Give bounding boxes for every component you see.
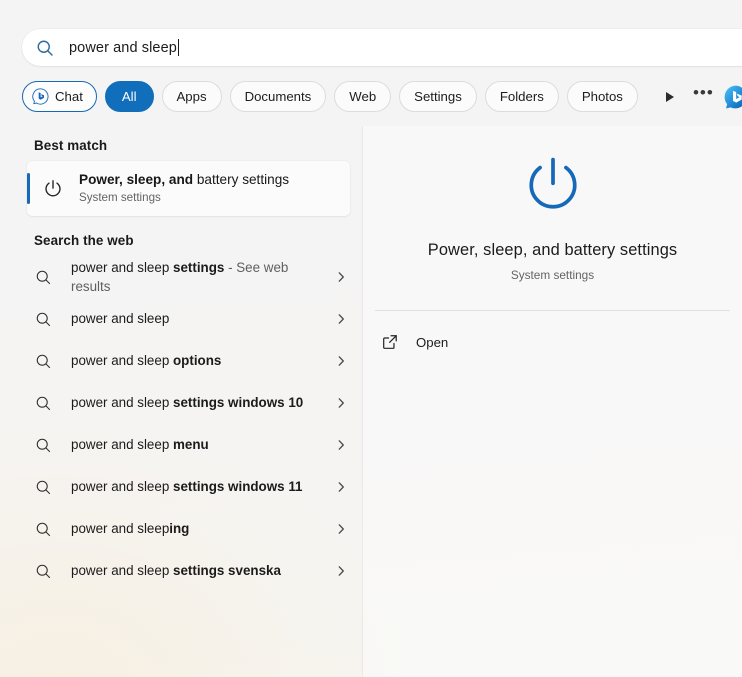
chevron-right-icon xyxy=(338,524,344,534)
best-match-title-bold: Power, sleep, and xyxy=(79,171,194,187)
bing-launch-button[interactable] xyxy=(720,81,742,112)
result-prefix: power and sleep xyxy=(71,437,173,453)
tabbar-more-button[interactable]: ••• xyxy=(687,81,720,112)
open-action-button[interactable]: Open xyxy=(363,323,742,361)
preview-title: Power, sleep, and battery settings xyxy=(427,241,678,259)
chevron-right-icon xyxy=(338,566,344,576)
selection-accent-bar xyxy=(27,173,30,204)
web-result-row[interactable]: power and sleep settings windows 11 xyxy=(0,466,362,508)
chevron-right-icon xyxy=(338,272,344,282)
web-result-label: power and sleep settings windows 11 xyxy=(71,477,309,496)
result-bold: settings windows 10 xyxy=(173,395,304,411)
play-triangle-icon xyxy=(666,91,675,102)
result-prefix: power and sleep xyxy=(71,259,173,275)
tab-chat[interactable]: Chat xyxy=(22,81,97,112)
web-result-row[interactable]: power and sleep menu xyxy=(0,424,362,466)
best-match-text: Power, sleep, and battery settings Syste… xyxy=(79,172,289,205)
chevron-right-icon xyxy=(338,314,344,324)
tab-settings-label: Settings xyxy=(414,89,462,104)
tab-documents[interactable]: Documents xyxy=(229,81,327,112)
chevron-right-icon xyxy=(338,440,344,450)
web-result-label: power and sleep options xyxy=(71,351,309,370)
result-bold: settings svenska xyxy=(173,563,281,579)
preview-divider xyxy=(375,310,730,311)
best-match-title: Power, sleep, and battery settings xyxy=(79,172,289,189)
tabbar-scroll-forward-button[interactable] xyxy=(654,81,687,112)
tabbar-overflow-controls: ••• xyxy=(654,81,742,112)
magnifier-icon xyxy=(36,312,51,326)
result-prefix: power and sleep xyxy=(71,311,170,327)
tab-photos[interactable]: Photos xyxy=(566,81,638,112)
web-result-label: power and sleep menu xyxy=(71,435,309,454)
best-match-title-rest: battery settings xyxy=(193,171,290,187)
tab-folders[interactable]: Folders xyxy=(484,81,559,112)
result-bold: ing xyxy=(169,521,190,537)
magnifier-icon xyxy=(36,480,51,494)
best-match-item[interactable]: Power, sleep, and battery settings Syste… xyxy=(27,161,350,216)
open-action-label: Open xyxy=(416,334,449,350)
preview-content: Power, sleep, and battery settings Syste… xyxy=(363,126,742,361)
preview-pane: Power, sleep, and battery settings Syste… xyxy=(363,126,742,677)
web-result-row[interactable]: power and sleep settings svenska xyxy=(0,550,362,592)
results-pane: Best match Power, sleep, and battery set… xyxy=(0,126,362,677)
tab-all[interactable]: All xyxy=(104,81,154,112)
open-external-icon xyxy=(383,335,397,349)
web-result-row[interactable]: power and sleep settings windows 10 xyxy=(0,382,362,424)
bing-logo-icon xyxy=(724,85,742,109)
result-bold: menu xyxy=(173,437,209,453)
search-box[interactable]: power and sleep xyxy=(22,29,742,66)
filter-tabbar: Chat All Apps Documents Web Settings Fol… xyxy=(22,81,742,112)
bing-chat-icon xyxy=(32,88,49,105)
magnifier-icon xyxy=(36,438,51,452)
more-ellipsis-icon: ••• xyxy=(692,82,714,102)
result-bold: options xyxy=(173,353,222,369)
result-bold: settings windows 11 xyxy=(173,479,303,495)
web-result-label: power and sleep settings svenska xyxy=(71,561,309,580)
result-prefix: power and sleep xyxy=(71,479,173,495)
magnifier-icon xyxy=(36,354,51,368)
tab-web[interactable]: Web xyxy=(334,81,392,112)
web-result-row[interactable]: power and sleep settings - See web resul… xyxy=(0,256,362,298)
tab-apps[interactable]: Apps xyxy=(161,81,222,112)
tab-web-label: Web xyxy=(349,89,377,104)
magnifier-icon xyxy=(36,396,51,410)
result-prefix: power and sleep xyxy=(71,563,173,579)
result-bold: settings xyxy=(173,259,225,275)
power-icon xyxy=(528,157,577,209)
tab-documents-label: Documents xyxy=(244,89,312,104)
chevron-right-icon xyxy=(338,398,344,408)
web-result-label: power and sleep settings windows 10 xyxy=(71,393,309,412)
tab-folders-label: Folders xyxy=(499,89,544,104)
power-icon xyxy=(45,179,61,196)
chevron-right-icon xyxy=(338,482,344,492)
search-web-heading: Search the web xyxy=(34,233,134,248)
result-prefix: power and sleep xyxy=(71,395,173,411)
tab-chat-label: Chat xyxy=(55,89,83,104)
tab-apps-label: Apps xyxy=(176,89,207,104)
search-input-value: power and sleep xyxy=(69,39,177,56)
tab-settings[interactable]: Settings xyxy=(399,81,477,112)
windows-search-flyout: power and sleep Chat All Apps Documents … xyxy=(0,0,742,677)
chevron-right-icon xyxy=(338,356,344,366)
result-prefix: power and sleep xyxy=(71,521,170,537)
best-match-subtitle: System settings xyxy=(79,190,161,204)
tab-all-label: All xyxy=(121,89,137,104)
search-icon xyxy=(37,40,53,56)
tab-photos-label: Photos xyxy=(581,89,623,104)
web-result-label: power and sleeping xyxy=(71,519,309,538)
search-input[interactable]: power and sleep xyxy=(69,29,179,66)
magnifier-icon xyxy=(36,564,51,578)
web-result-row[interactable]: power and sleeping xyxy=(0,508,362,550)
web-result-label: power and sleep settings - See web resul… xyxy=(71,258,309,297)
text-caret xyxy=(177,39,179,56)
magnifier-icon xyxy=(36,522,51,536)
web-result-label: power and sleep xyxy=(71,309,309,328)
web-result-row[interactable]: power and sleep xyxy=(0,298,362,340)
magnifier-icon xyxy=(36,270,51,284)
result-prefix: power and sleep xyxy=(71,353,173,369)
best-match-heading: Best match xyxy=(34,138,108,153)
preview-subtitle: System settings xyxy=(510,268,595,282)
web-result-row[interactable]: power and sleep options xyxy=(0,340,362,382)
